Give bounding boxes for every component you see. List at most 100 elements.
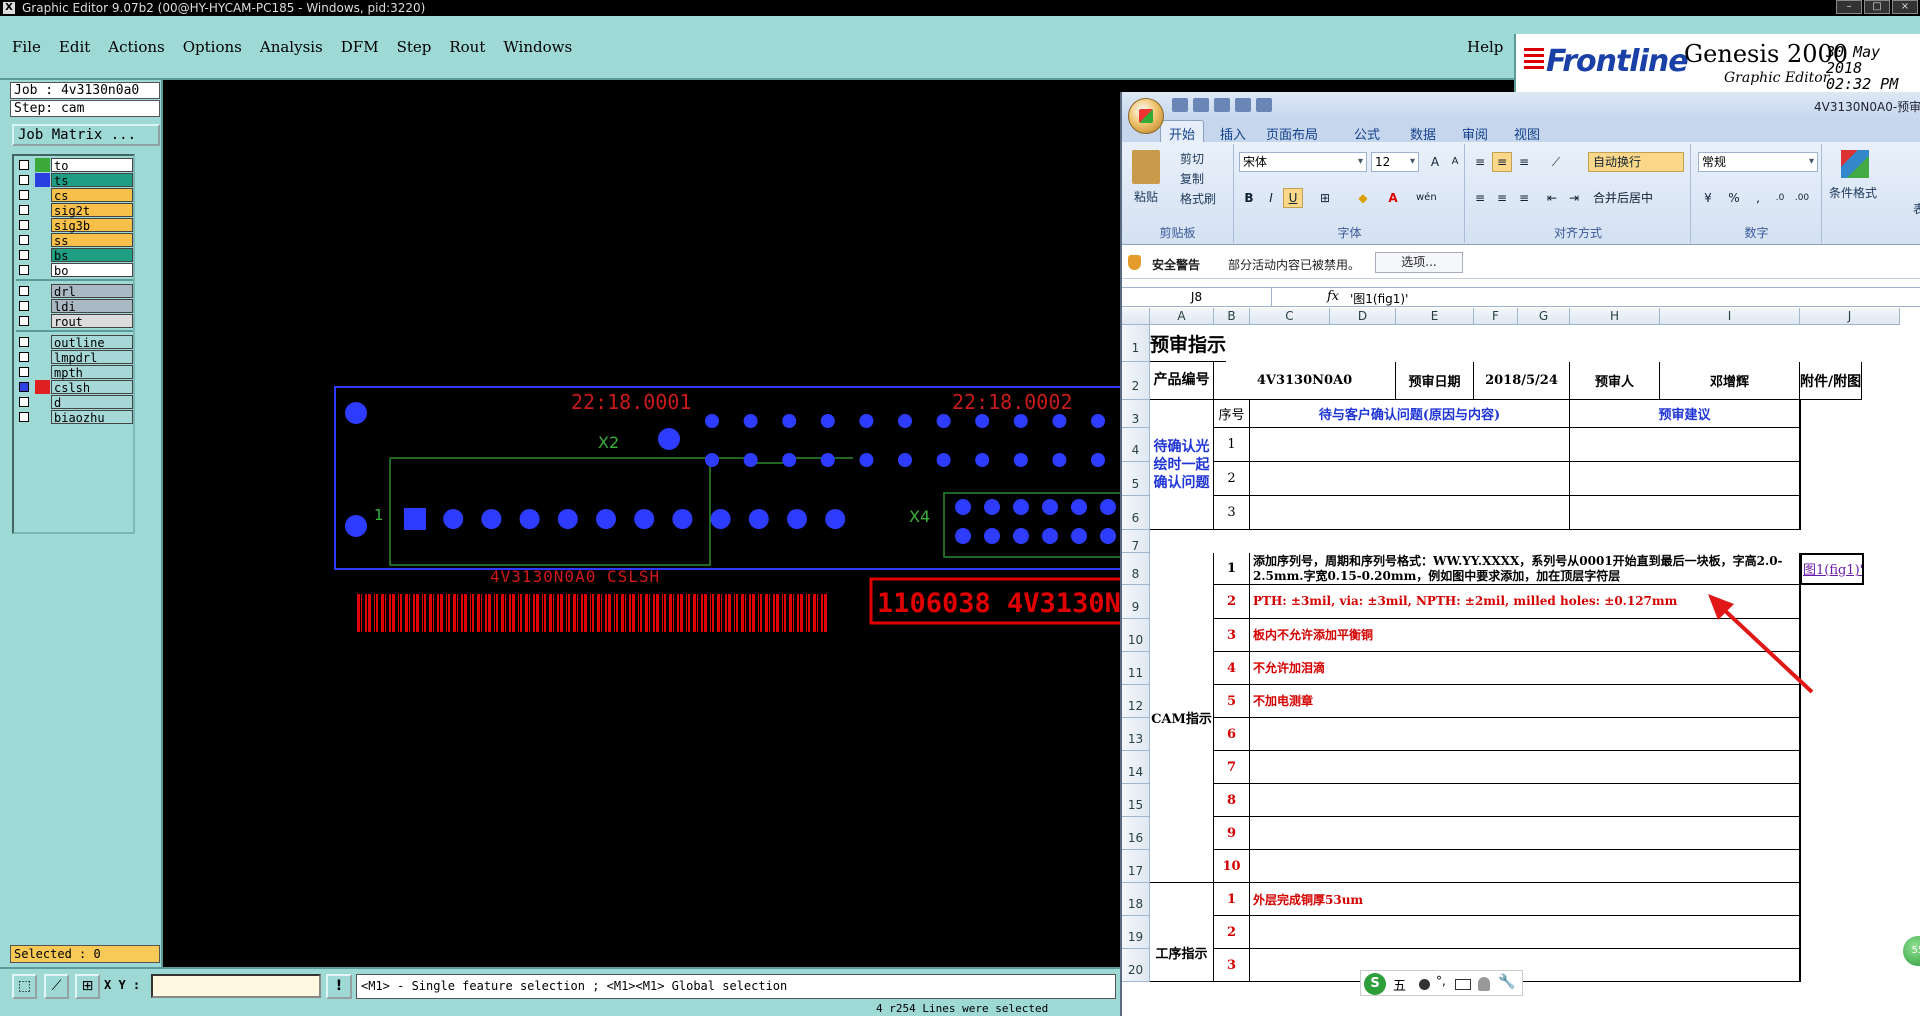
- layer-row-mpth[interactable]: mpth: [16, 365, 133, 380]
- pending-advice-cell[interactable]: [1570, 428, 1800, 462]
- advice-header[interactable]: 预审建议: [1570, 400, 1800, 428]
- undo-icon[interactable]: [1193, 97, 1209, 112]
- select-all-corner[interactable]: [1122, 308, 1150, 325]
- row-header-9[interactable]: 9: [1122, 585, 1150, 619]
- cut-button[interactable]: 剪切: [1180, 150, 1204, 167]
- ribbon-tab-6[interactable]: 视图: [1514, 124, 1540, 143]
- row-header-11[interactable]: 11: [1122, 652, 1150, 685]
- layer-name[interactable]: ts: [51, 173, 133, 188]
- job-matrix-button[interactable]: Job Matrix ...: [12, 124, 160, 146]
- layer-checkbox[interactable]: [19, 301, 29, 311]
- layer-row-ss[interactable]: ss: [16, 233, 133, 248]
- menu-edit[interactable]: Edit: [59, 36, 90, 58]
- column-header-G[interactable]: G: [1518, 308, 1570, 325]
- layer-checkbox[interactable]: [19, 286, 29, 296]
- conditional-format-button[interactable]: 条件格式: [1829, 184, 1877, 201]
- save-icon[interactable]: [1172, 97, 1188, 112]
- layer-color-swatch[interactable]: [35, 203, 50, 217]
- row-header-12[interactable]: 12: [1122, 685, 1150, 718]
- moon-icon[interactable]: [1419, 979, 1430, 990]
- layer-name[interactable]: lmpdrl: [51, 350, 133, 365]
- pending-number[interactable]: 1: [1214, 428, 1250, 462]
- cam-item-text[interactable]: [1250, 718, 1800, 751]
- row-header-19[interactable]: 19: [1122, 916, 1150, 949]
- layer-color-swatch[interactable]: [35, 158, 50, 172]
- row-header-7[interactable]: 7: [1122, 530, 1150, 553]
- menu-dfm[interactable]: DFM: [341, 36, 379, 58]
- wrap-text-button[interactable]: 自动换行: [1588, 152, 1684, 172]
- row-header-5[interactable]: 5: [1122, 462, 1150, 496]
- layer-name[interactable]: sig2t: [51, 203, 133, 218]
- ime-mode[interactable]: 五: [1393, 975, 1406, 994]
- layer-checkbox[interactable]: [19, 367, 29, 377]
- layer-color-swatch[interactable]: [35, 299, 50, 313]
- sogou-icon[interactable]: S: [1364, 973, 1386, 995]
- zoom-tool-icon[interactable]: ⬚: [12, 974, 37, 999]
- comma-icon[interactable]: ,: [1748, 188, 1768, 208]
- issue-header[interactable]: 待与客户确认问题(原因与内容): [1250, 400, 1570, 428]
- alert-button[interactable]: !: [326, 974, 352, 999]
- layer-name[interactable]: cs: [51, 188, 133, 203]
- name-box[interactable]: J8: [1122, 288, 1272, 306]
- ribbon-tab-2[interactable]: 页面布局: [1266, 124, 1318, 143]
- layer-name[interactable]: mpth: [51, 365, 133, 380]
- measure-tool-icon[interactable]: ⟋: [44, 974, 69, 999]
- layer-row-cs[interactable]: cs: [16, 188, 133, 203]
- font-size-select[interactable]: 12: [1371, 152, 1419, 172]
- layer-color-swatch[interactable]: [35, 263, 50, 277]
- layer-color-swatch[interactable]: [35, 365, 50, 379]
- pending-issue-cell[interactable]: [1250, 462, 1570, 496]
- preview-icon[interactable]: [1235, 97, 1251, 112]
- maximize-button[interactable]: □: [1864, 0, 1890, 14]
- ribbon-tab-0[interactable]: 开始: [1160, 120, 1205, 143]
- cam-item-number[interactable]: 10: [1214, 850, 1250, 883]
- row-header-20[interactable]: 20: [1122, 949, 1150, 982]
- layer-name[interactable]: d: [51, 395, 133, 410]
- paste-button[interactable]: 粘贴: [1134, 188, 1158, 205]
- layer-row-bs[interactable]: bs: [16, 248, 133, 263]
- menu-windows[interactable]: Windows: [503, 36, 572, 58]
- row-header-2[interactable]: 2: [1122, 362, 1150, 400]
- layer-color-swatch[interactable]: [35, 248, 50, 262]
- layer-color-swatch[interactable]: [35, 188, 50, 202]
- process-item-number[interactable]: 3: [1214, 949, 1250, 982]
- decrease-decimal-icon[interactable]: .00: [1792, 188, 1812, 208]
- percent-icon[interactable]: %: [1724, 188, 1744, 208]
- layer-row-drl[interactable]: drl: [16, 284, 133, 299]
- layer-row-sig3b[interactable]: sig3b: [16, 218, 133, 233]
- layer-checkbox[interactable]: [19, 235, 29, 245]
- phonetic-icon[interactable]: wén: [1415, 188, 1437, 208]
- ribbon-tab-1[interactable]: 插入: [1220, 124, 1246, 143]
- row-header-6[interactable]: 6: [1122, 496, 1150, 530]
- cam-item-text[interactable]: [1250, 784, 1800, 817]
- process-item-text[interactable]: 外层完成铜厚53um: [1250, 883, 1800, 916]
- layer-name[interactable]: to: [51, 158, 133, 173]
- menu-help[interactable]: Help: [1467, 36, 1503, 58]
- process-attach-cell[interactable]: [1800, 949, 1801, 982]
- ribbon-tab-4[interactable]: 数据: [1410, 124, 1436, 143]
- pending-advice-cell[interactable]: [1570, 496, 1800, 530]
- paste-icon[interactable]: [1132, 150, 1160, 184]
- layer-checkbox[interactable]: [19, 382, 29, 392]
- row-header-17[interactable]: 17: [1122, 850, 1150, 883]
- menu-step[interactable]: Step: [397, 36, 432, 58]
- process-item-number[interactable]: 1: [1214, 883, 1250, 916]
- align-middle-icon[interactable]: ≡: [1492, 152, 1512, 172]
- formula-input[interactable]: '图1(fig1)': [1350, 290, 1408, 307]
- cam-attach-cell[interactable]: [1800, 751, 1801, 784]
- cam-item-number[interactable]: 3: [1214, 619, 1250, 652]
- layer-checkbox[interactable]: [19, 190, 29, 200]
- layer-name[interactable]: sig3b: [51, 218, 133, 233]
- table-format-button[interactable]: 表: [1913, 200, 1920, 217]
- cam-item-number[interactable]: 1: [1214, 553, 1250, 585]
- cam-item-text[interactable]: [1250, 817, 1800, 850]
- increase-decimal-icon[interactable]: .0: [1770, 188, 1790, 208]
- office-button[interactable]: [1128, 98, 1164, 134]
- ime-punct[interactable]: °,: [1436, 974, 1446, 988]
- layer-color-swatch[interactable]: [35, 335, 50, 349]
- ribbon-tab-5[interactable]: 审阅: [1462, 124, 1488, 143]
- cam-item-number[interactable]: 2: [1214, 585, 1250, 619]
- border-icon[interactable]: ⊞: [1315, 188, 1335, 208]
- bold-icon[interactable]: B: [1239, 188, 1259, 208]
- process-item-text[interactable]: [1250, 949, 1800, 982]
